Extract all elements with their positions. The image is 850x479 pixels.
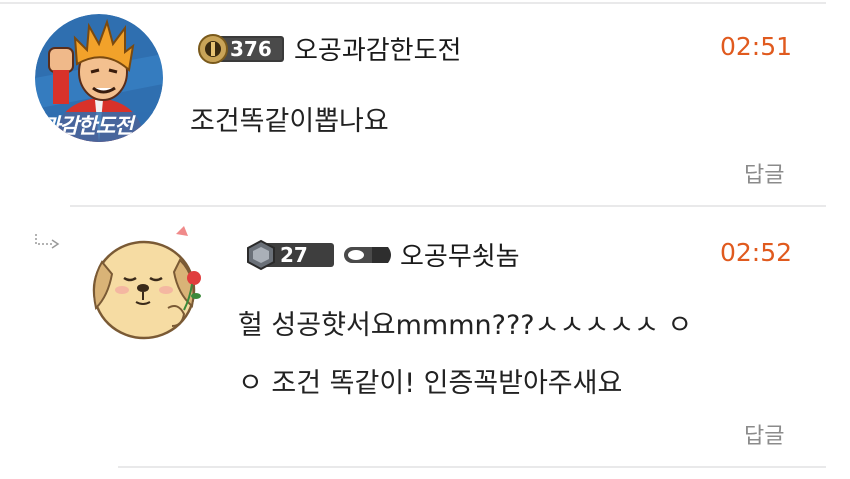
comment-text: 조건똑같이뽑나요 — [190, 106, 389, 137]
timestamp: 02:51 — [720, 32, 793, 61]
rank-badge: 376 — [196, 32, 288, 66]
nickname[interactable]: 오공과감한도전 — [294, 30, 461, 67]
divider — [70, 205, 826, 207]
divider-top — [0, 2, 826, 4]
comment-text-line-1: 헐 성공햣서요mmmn???ㅅㅅㅅㅅㅅ ㅇ — [238, 310, 693, 341]
avatar[interactable]: 과감한도전 — [35, 14, 163, 142]
timestamp: 02:52 — [720, 238, 793, 267]
nickname[interactable]: 오공무쇳놈 — [400, 236, 520, 273]
divider-bottom — [118, 466, 826, 468]
comment-header: 376 오공과감한도전 — [196, 30, 461, 67]
comment-text-line-2: ㅇ 조건 똑같이! 인증꼭받아주새요 — [238, 368, 623, 399]
rank-badge: 27 — [244, 238, 336, 272]
bullet-rank-icon — [342, 241, 394, 269]
reply-button[interactable]: 답글 — [744, 157, 784, 189]
comment-header: 27 오공무쇳놈 — [244, 236, 520, 273]
avatar[interactable] — [84, 222, 210, 348]
avatar-caption: 과감한도전 — [41, 114, 134, 138]
reply-arrow-icon — [32, 232, 62, 256]
reply-button[interactable]: 답글 — [744, 418, 784, 450]
